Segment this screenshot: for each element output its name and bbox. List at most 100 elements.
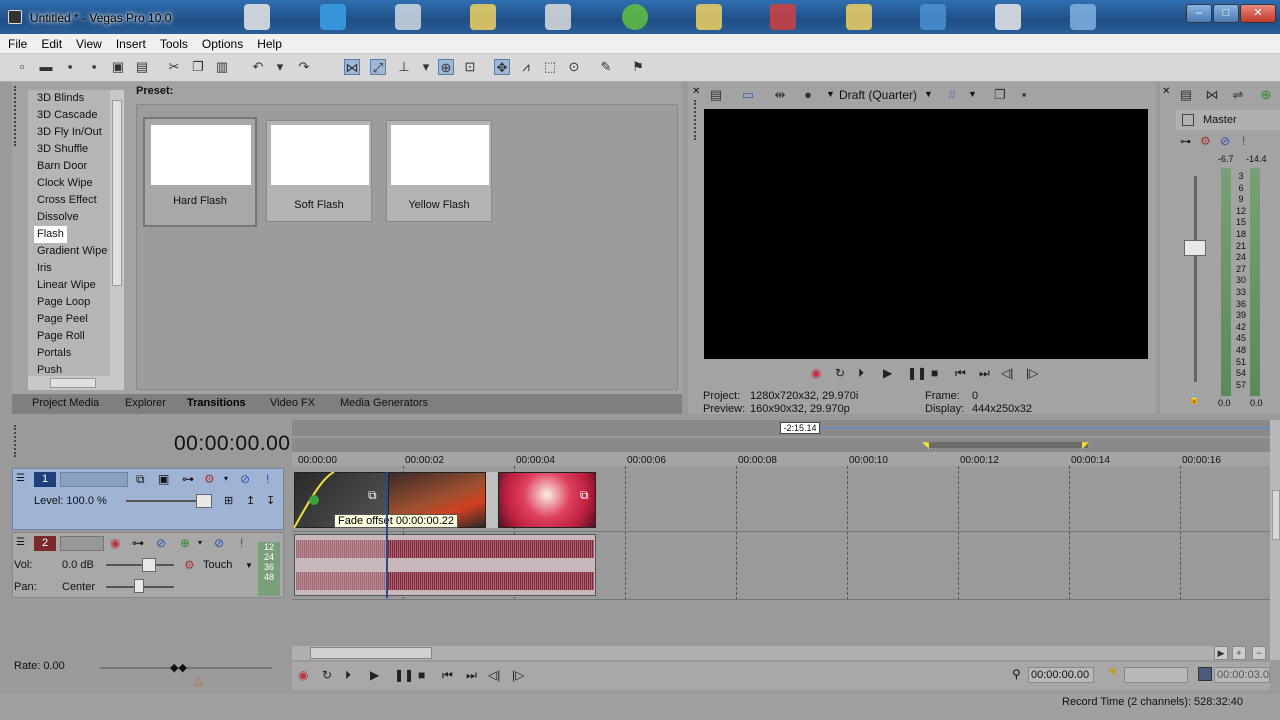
automation-mode[interactable]: Touch	[203, 559, 232, 571]
mixer-options-icon[interactable]: ⊕	[1258, 87, 1274, 103]
transition-crop-icon[interactable]: ⧉	[368, 488, 377, 503]
audio-solo-icon[interactable]: !	[240, 536, 243, 550]
automation-gear-icon[interactable]: ⚙	[184, 558, 195, 572]
timeline-vscrollbar[interactable]	[1270, 420, 1280, 660]
zoom-out-icon[interactable]: −	[1252, 646, 1266, 660]
timeline-timecode[interactable]: 00:00:00.00	[174, 432, 290, 456]
zoom-tool-icon[interactable]: ⊙	[566, 59, 582, 75]
preset-soft-flash[interactable]: Soft Flash	[266, 120, 372, 222]
vol-slider-handle[interactable]	[142, 558, 156, 572]
track-motion-icon[interactable]: ⊶	[182, 472, 194, 486]
bus-mute-icon[interactable]: ⊘	[1220, 134, 1230, 148]
redo-icon[interactable]: ↷	[296, 59, 312, 75]
tab-transitions[interactable]: Transitions	[187, 397, 246, 409]
timeline-prev-frame-icon[interactable]: ◁|	[488, 668, 500, 682]
loop-end-icon[interactable]: ◤	[1082, 440, 1089, 451]
save-snapshot-icon[interactable]: ▪	[1016, 87, 1032, 103]
close-button[interactable]: ✕	[1240, 4, 1276, 23]
timeline-stop-icon[interactable]: ■	[418, 668, 425, 682]
loop-region[interactable]	[926, 442, 1088, 448]
minimize-button[interactable]: –	[1186, 4, 1212, 23]
list-item-selected[interactable]: Flash	[34, 226, 67, 243]
menu-tools[interactable]: Tools	[152, 34, 194, 51]
selection-tool-icon[interactable]: ⬚	[542, 59, 558, 75]
timeline-go-to-start-icon[interactable]: ⏮	[442, 668, 453, 683]
track-solo-icon[interactable]: !	[266, 472, 269, 486]
pan-crop-icon[interactable]: ⧉	[580, 488, 589, 503]
open-icon[interactable]: ▬	[38, 59, 54, 75]
track-minimize-icon[interactable]: ☰	[16, 537, 25, 548]
composite-mode-icon[interactable]: ⧉	[136, 472, 145, 487]
track-level-handle[interactable]	[196, 494, 212, 508]
menu-options[interactable]: Options	[194, 34, 249, 51]
bus-fx-icon[interactable]	[1182, 114, 1194, 126]
copy-snapshot-icon[interactable]: ❐	[992, 87, 1008, 103]
preset-yellow-flash[interactable]: Yellow Flash	[386, 120, 492, 222]
selection-start-field[interactable]	[1124, 667, 1188, 683]
go-to-start-icon[interactable]: ⏮	[955, 366, 966, 381]
mixer-close-icon[interactable]: ✕	[1162, 86, 1170, 97]
loop-region-bar[interactable]	[292, 438, 1270, 452]
stop-icon[interactable]: ■	[931, 366, 938, 380]
properties-icon[interactable]: ▤	[134, 59, 150, 75]
render-icon[interactable]: ▣	[110, 59, 126, 75]
copy-icon[interactable]: ❐	[190, 59, 206, 75]
preview-fx-icon[interactable]: ●	[800, 87, 816, 103]
preset-hard-flash[interactable]: Hard Flash	[143, 117, 257, 227]
invert-phase-icon[interactable]: ⊶	[132, 536, 144, 550]
scroll-right-icon[interactable]: ▶	[1214, 646, 1228, 660]
help-pointer-icon[interactable]: ⚑	[630, 59, 646, 75]
snapping-icon[interactable]: ⊥	[396, 59, 412, 75]
track-name-field-2[interactable]	[60, 536, 104, 551]
overlays-icon[interactable]: #	[944, 87, 960, 103]
bus-solo-icon[interactable]: !	[1242, 134, 1245, 148]
make-compositing-child-icon[interactable]: ▣	[158, 472, 169, 486]
downmix-icon[interactable]: ⋈	[1204, 87, 1220, 103]
timeline-loop-icon[interactable]: ↻	[322, 668, 332, 682]
save-icon[interactable]: ▪	[62, 59, 78, 75]
quality-dropdown-icon[interactable]: ▼	[924, 89, 933, 99]
list-hscrollbar[interactable]	[28, 376, 124, 390]
split-screen-icon[interactable]: ⇹	[772, 87, 788, 103]
selection-end-field[interactable]: 00:00:03.00	[1214, 667, 1270, 683]
snapping-dropdown-icon[interactable]: ▾	[418, 59, 434, 75]
master-fader-track[interactable]	[1194, 176, 1197, 382]
list-vscroll-thumb[interactable]	[112, 100, 122, 286]
bus-gear-icon[interactable]: ⚙	[1200, 134, 1211, 148]
undo-dropdown-icon[interactable]: ▾	[272, 59, 288, 75]
go-to-end-icon[interactable]: ⏭	[979, 366, 990, 381]
normal-edit-tool-icon[interactable]: ✥	[494, 59, 510, 75]
timeline-hscroll-thumb[interactable]	[310, 647, 432, 659]
fx-dropdown-icon[interactable]: ▾	[198, 538, 202, 547]
record-icon[interactable]: ◉	[811, 366, 821, 380]
timeline-next-frame-icon[interactable]: |▷	[512, 668, 524, 682]
overlays-dropdown-icon[interactable]: ▼	[968, 89, 977, 99]
preview-quality-select[interactable]: Draft (Quarter)	[839, 88, 917, 102]
list-hscroll-thumb[interactable]	[50, 378, 96, 388]
new-icon[interactable]: ▫	[14, 59, 30, 75]
play-icon[interactable]: ▶	[883, 366, 892, 380]
track-fx-dropdown-icon[interactable]: ▾	[224, 474, 228, 483]
menu-file[interactable]: File	[0, 34, 33, 51]
track-minimize-icon[interactable]: ☰	[16, 473, 25, 484]
timeline-pause-icon[interactable]: ❚❚	[394, 668, 414, 682]
list-vscrollbar[interactable]	[110, 90, 124, 376]
master-fader-handle[interactable]	[1184, 240, 1206, 256]
tab-project-media[interactable]: Project Media	[32, 397, 99, 409]
menu-view[interactable]: View	[68, 34, 108, 51]
play-from-start-icon[interactable]: ⏵	[858, 366, 864, 381]
loop-start-icon[interactable]: ◥	[922, 440, 929, 451]
brush-icon[interactable]: ✎	[598, 59, 614, 75]
pan-slider-handle[interactable]	[134, 579, 144, 593]
auto-crossfade-icon[interactable]: ⤢	[370, 59, 386, 75]
tab-explorer[interactable]: Explorer	[125, 397, 166, 409]
dim-output-icon[interactable]: ⇌	[1230, 87, 1246, 103]
lock-envelopes-icon[interactable]: ⊕	[438, 59, 454, 75]
paste-icon[interactable]: ▥	[214, 59, 230, 75]
timeline-vscroll-thumb[interactable]	[1272, 490, 1280, 540]
rate-slider-handle[interactable]: ◆◆	[170, 661, 187, 674]
zoom-in-icon[interactable]: +	[1232, 646, 1246, 660]
pause-icon[interactable]: ❚❚	[907, 366, 927, 380]
timeline-go-to-end-icon[interactable]: ⏭	[466, 668, 477, 683]
timeline-play-from-start-icon[interactable]: ⏵	[345, 668, 351, 683]
